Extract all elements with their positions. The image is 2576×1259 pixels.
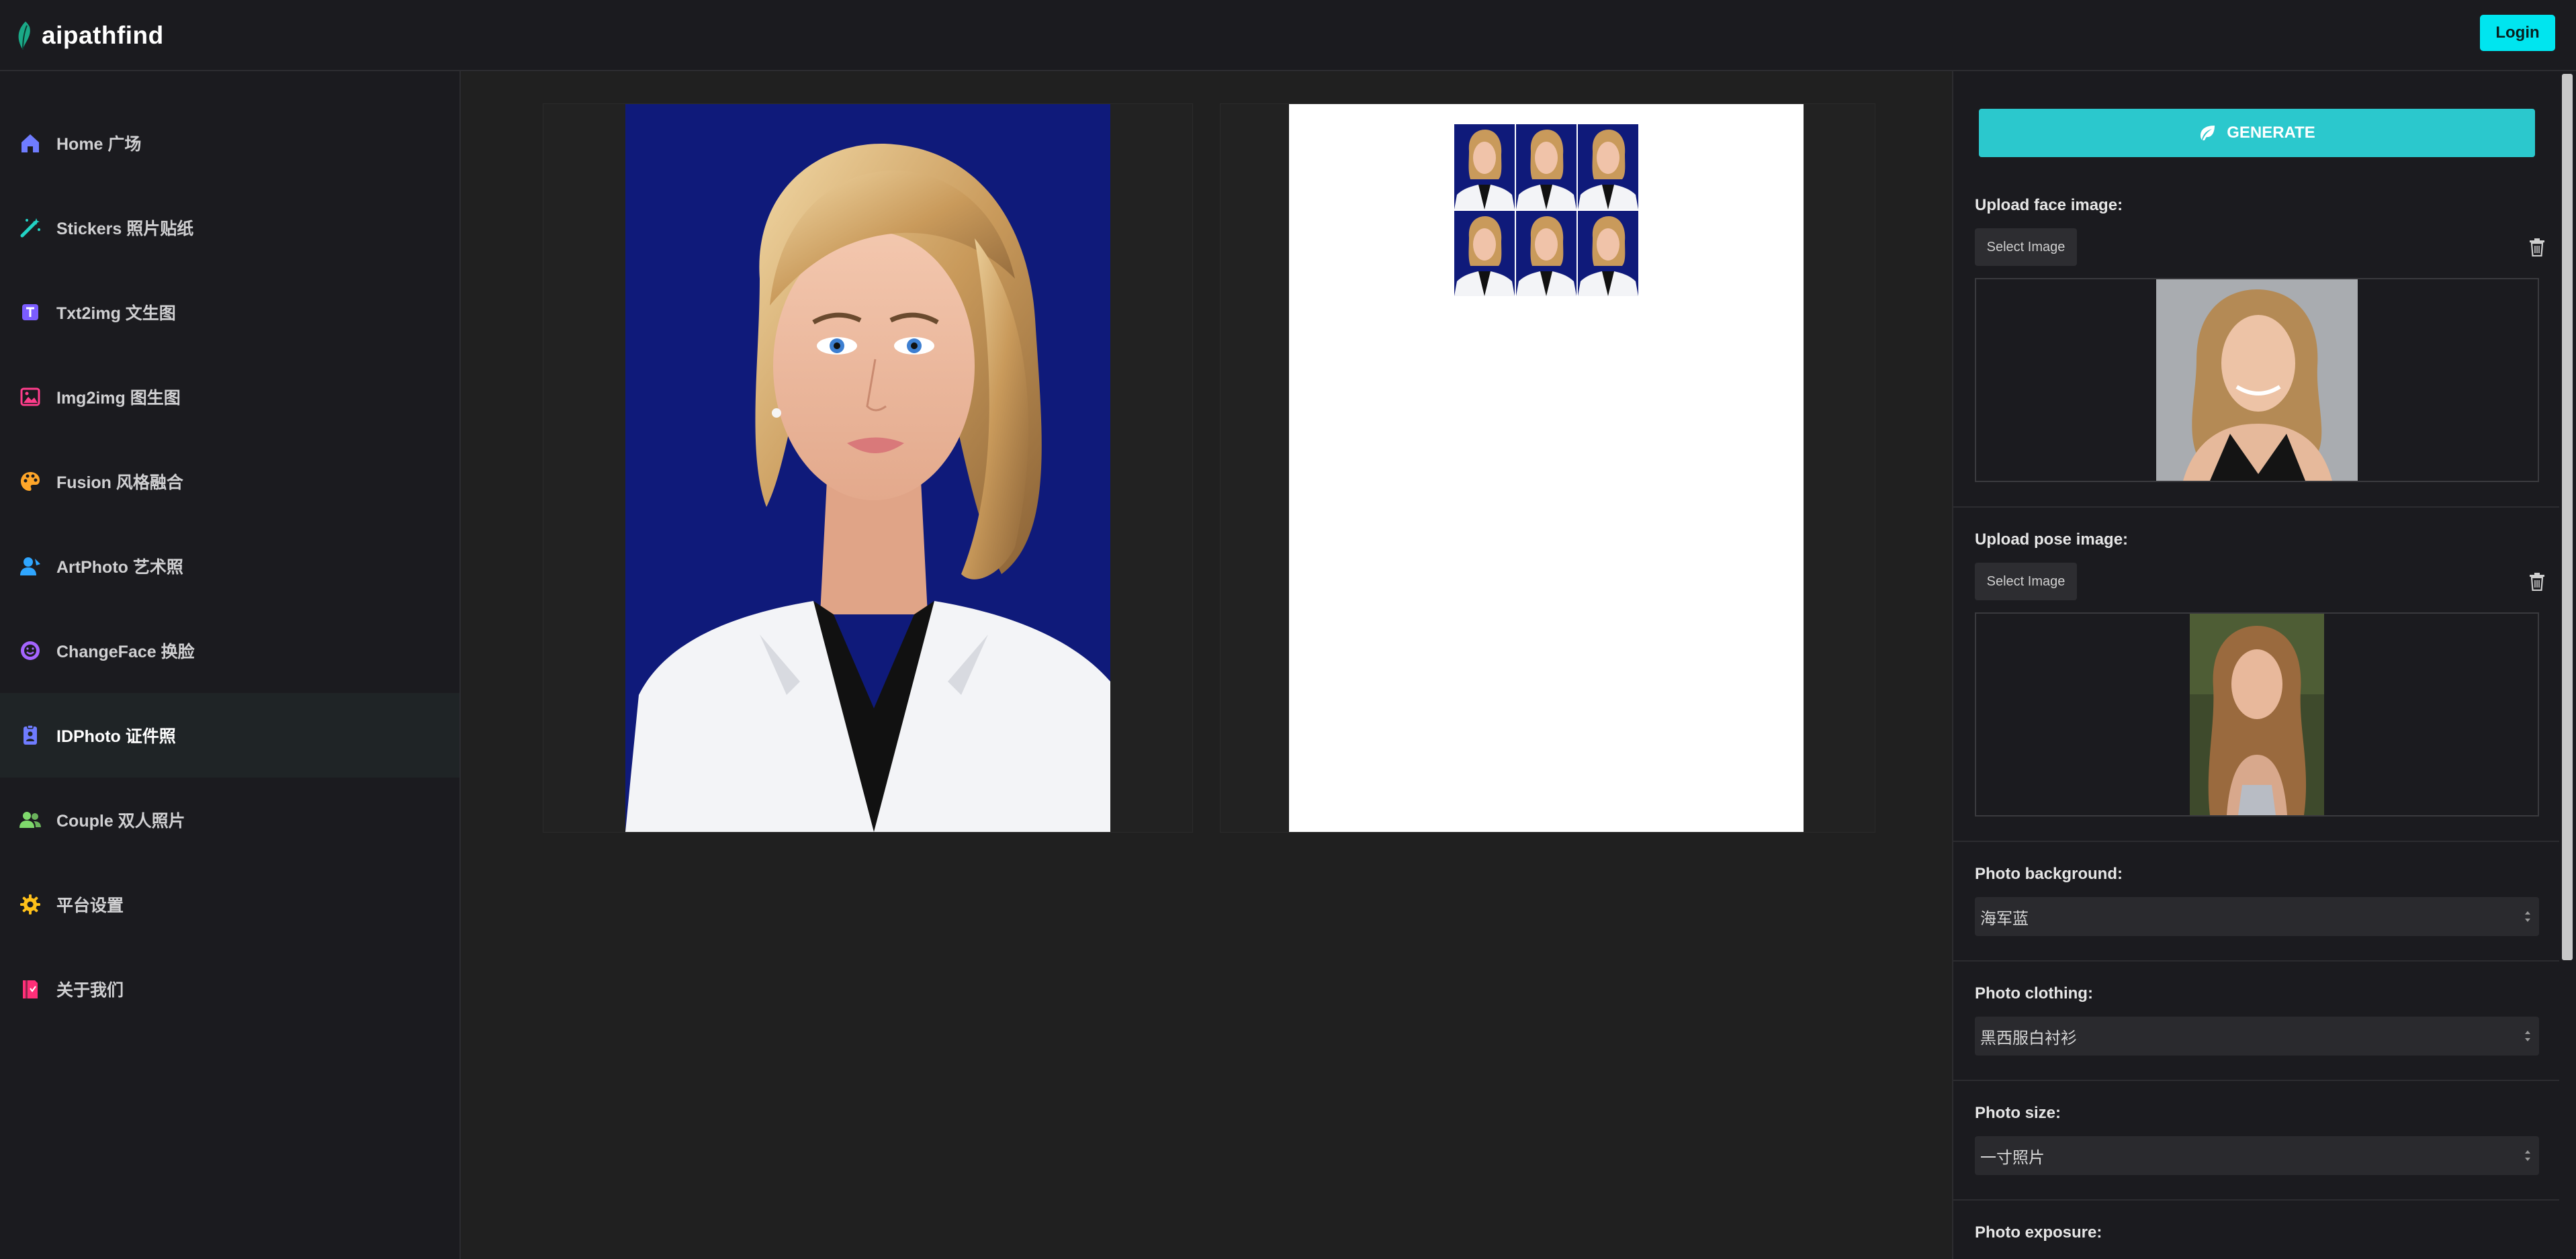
sidebar-item-label: Txt2img 文生图 (56, 304, 176, 323)
sidebar-item-label: Stickers 照片贴纸 (56, 220, 194, 238)
mini-id-photo (1454, 211, 1515, 296)
select-pose-image-button[interactable]: Select Image (1975, 563, 2077, 600)
sidebar-item-label: Fusion 风格融合 (56, 473, 183, 492)
section-divider (1953, 960, 2559, 962)
generate-label: GENERATE (2227, 124, 2315, 142)
pose-image-preview-box[interactable] (1975, 612, 2539, 817)
clothing-select[interactable]: 黑西服白衬衫 (1975, 1017, 2539, 1056)
chevron-up-down-icon (2525, 1031, 2530, 1041)
sidebar-item-img2img[interactable]: Img2img 图生图 (0, 355, 459, 439)
sidebar-item-stickers[interactable]: Stickers 照片贴纸 (0, 185, 459, 270)
size-label: Photo size: (1975, 1104, 2061, 1122)
magic-wand-icon (19, 216, 42, 239)
result-portrait-frame (543, 103, 1193, 833)
gear-icon (19, 893, 42, 916)
sidebar-item-changeface[interactable]: ChangeFace 换脸 (0, 608, 459, 693)
sidebar-item-label: ArtPhoto 艺术照 (56, 558, 183, 577)
leaf-icon (2201, 126, 2215, 140)
clothing-label: Photo clothing: (1975, 984, 2093, 1002)
generate-button[interactable]: GENERATE (1979, 109, 2535, 157)
chevron-up-down-icon (2525, 911, 2530, 922)
mini-id-photo (1578, 124, 1638, 209)
text-t-icon (19, 301, 42, 324)
book-icon (19, 978, 42, 1000)
size-select-value: 一寸照片 (1980, 1148, 2045, 1167)
home-icon (19, 132, 42, 154)
sidebar-item-idphoto[interactable]: IDPhoto 证件照 (0, 693, 459, 778)
background-select-value: 海军蓝 (1980, 909, 2029, 928)
face-icon (19, 639, 42, 662)
app-header: aipathfind Login (0, 0, 2576, 71)
pose-image-thumbnail (2190, 614, 2324, 815)
sidebar-item-home[interactable]: Home 广场 (0, 101, 459, 185)
sidebar-item-label: IDPhoto 证件照 (56, 727, 176, 746)
face-image-thumbnail (2156, 279, 2358, 481)
mini-id-photo (1454, 124, 1515, 209)
id-badge-icon (19, 724, 42, 747)
mini-id-photo (1516, 211, 1576, 296)
pose-upload-label: Upload pose image: (1975, 530, 2129, 549)
sidebar-item-artphoto[interactable]: ArtPhoto 艺术照 (0, 524, 459, 608)
id-photo-grid (1454, 124, 1638, 296)
section-divider (1953, 506, 2559, 508)
id-photo-result-image[interactable] (625, 104, 1110, 832)
sidebar: Home 广场 Stickers 照片贴纸 Txt2img 文生图 Img2im… (0, 71, 461, 1259)
sidebar-item-settings[interactable]: 平台设置 (0, 862, 459, 947)
sidebar-item-about[interactable]: 关于我们 (0, 947, 459, 1031)
chevron-up-down-icon (2525, 1150, 2530, 1161)
face-image-preview-box[interactable] (1975, 278, 2539, 482)
login-button[interactable]: Login (2480, 15, 2555, 51)
main-content (461, 71, 1952, 1259)
sidebar-item-label: Img2img 图生图 (56, 389, 181, 408)
section-divider (1953, 841, 2559, 842)
background-label: Photo background: (1975, 865, 2123, 883)
print-sheet-preview[interactable] (1289, 104, 1804, 832)
image-icon (19, 385, 42, 408)
background-select[interactable]: 海军蓝 (1975, 897, 2539, 936)
clothing-select-value: 黑西服白衬衫 (1980, 1029, 2077, 1047)
sidebar-item-fusion[interactable]: Fusion 风格融合 (0, 439, 459, 524)
section-divider (1953, 1199, 2559, 1201)
face-upload-label: Upload face image: (1975, 196, 2123, 214)
exposure-label: Photo exposure: (1975, 1223, 2102, 1242)
settings-panel: GENERATE Upload face image: Select Image… (1952, 71, 2559, 1259)
sidebar-item-label: 关于我们 (56, 981, 124, 1000)
sidebar-item-label: Home 广场 (56, 135, 142, 154)
leaf-logo-icon (18, 21, 30, 50)
sidebar-item-couple[interactable]: Couple 双人照片 (0, 778, 459, 862)
print-sheet-frame (1220, 103, 1875, 833)
palette-icon (19, 470, 42, 493)
logo-text: aipathfind (42, 21, 164, 49)
size-select[interactable]: 一寸照片 (1975, 1136, 2539, 1175)
sidebar-item-label: ChangeFace 换脸 (56, 643, 195, 661)
delete-face-trash-icon[interactable] (2528, 238, 2546, 257)
delete-pose-trash-icon[interactable] (2528, 572, 2546, 591)
panel-scrollbar-thumb[interactable] (2562, 74, 2573, 960)
mini-id-photo (1516, 124, 1576, 209)
sidebar-item-label: 平台设置 (56, 896, 124, 915)
user-art-icon (19, 555, 42, 577)
sidebar-item-txt2img[interactable]: Txt2img 文生图 (0, 270, 459, 355)
mini-id-photo (1578, 211, 1638, 296)
select-face-image-button[interactable]: Select Image (1975, 228, 2077, 266)
users-icon (19, 808, 42, 831)
section-divider (1953, 1080, 2559, 1081)
logo[interactable]: aipathfind (15, 17, 164, 54)
sidebar-item-label: Couple 双人照片 (56, 812, 185, 831)
